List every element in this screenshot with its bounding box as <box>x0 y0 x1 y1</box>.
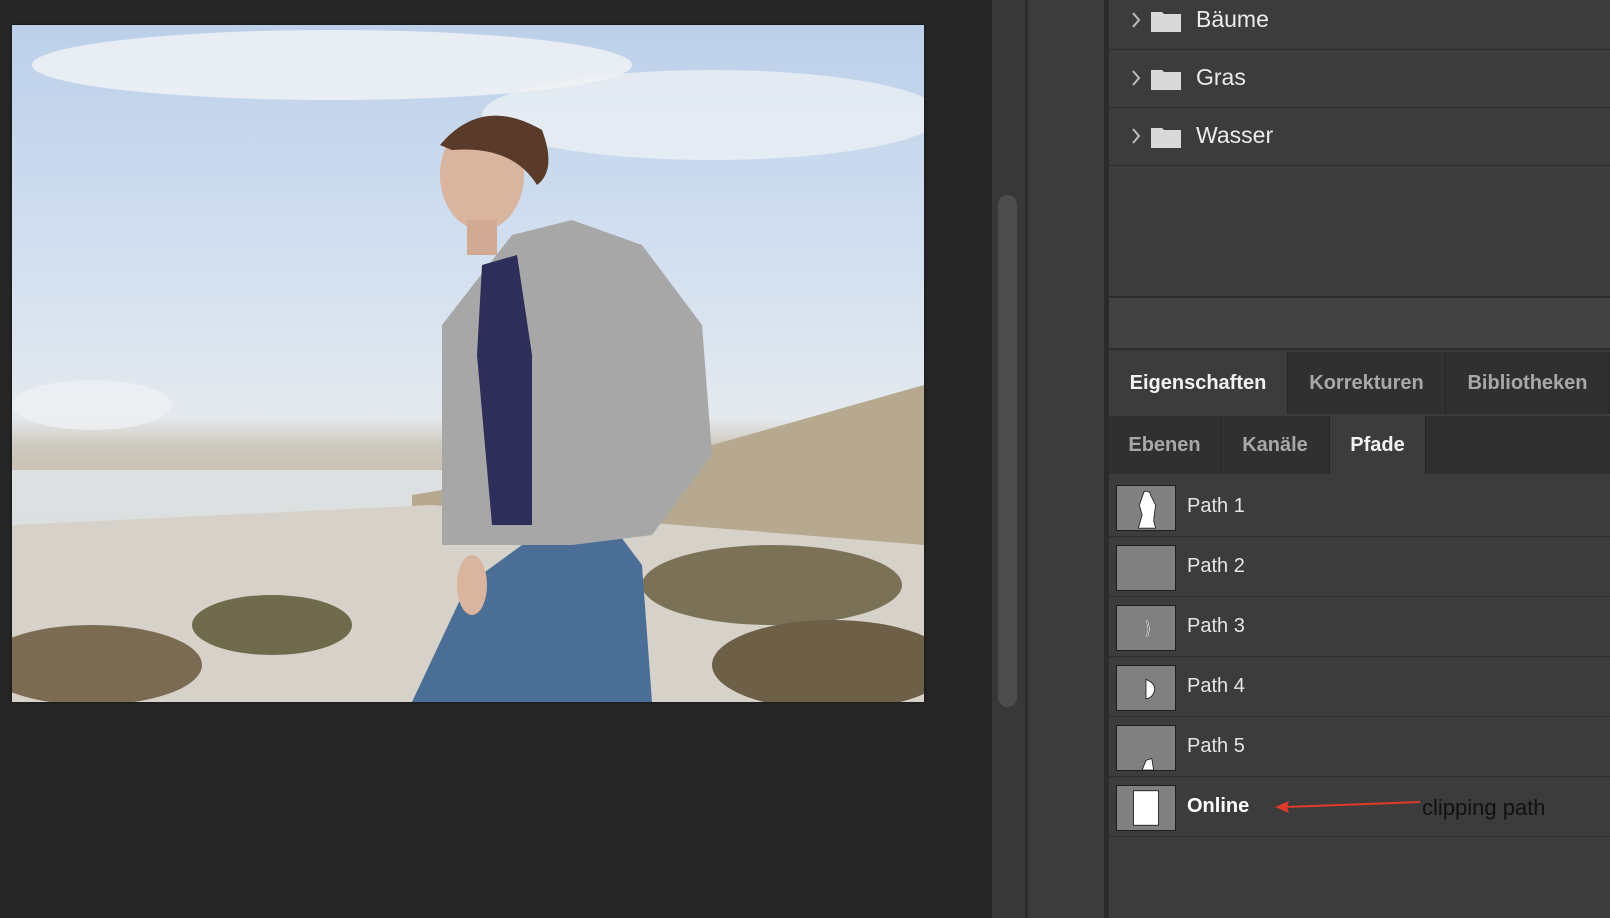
path-label: Online <box>1187 795 1250 817</box>
layers-tab-bar: Ebenen Kanäle Pfade <box>1109 416 1610 474</box>
chevron-right-icon[interactable] <box>1129 10 1143 30</box>
path-row[interactable]: Path 5 <box>1109 717 1610 777</box>
path-row[interactable]: Path 3 <box>1109 597 1610 657</box>
document-photo <box>12 25 924 702</box>
tab-ebenen[interactable]: Ebenen <box>1109 416 1221 474</box>
arrow-left-icon <box>1275 801 1420 813</box>
layer-group-label: Wasser <box>1196 122 1274 148</box>
folder-icon <box>1151 128 1181 148</box>
layer-group-row[interactable]: Wasser <box>1109 108 1610 166</box>
layer-group-label: Bäume <box>1196 6 1269 32</box>
chevron-right-icon[interactable] <box>1129 68 1143 88</box>
tab-pfade[interactable]: Pfade <box>1330 416 1426 474</box>
path-label: Path 2 <box>1187 555 1245 577</box>
path-label: Path 4 <box>1187 675 1245 697</box>
scrollbar-thumb[interactable] <box>998 195 1017 707</box>
document-canvas[interactable] <box>0 0 992 918</box>
path-label: Path 3 <box>1187 615 1245 637</box>
folder-icon <box>1151 70 1181 90</box>
path-row[interactable]: Path 2 <box>1109 537 1610 597</box>
layer-group-row[interactable]: Gras <box>1109 50 1610 108</box>
path-thumbnail <box>1116 545 1176 591</box>
tab-korrekturen[interactable]: Korrekturen <box>1288 352 1446 414</box>
path-thumbnail <box>1116 485 1176 531</box>
layers-footer-bar <box>1109 298 1610 350</box>
properties-tab-bar: Eigenschaften Korrekturen Bibliotheken <box>1109 352 1610 414</box>
layer-group-row[interactable]: Bäume <box>1109 0 1610 50</box>
tab-eigenschaften[interactable]: Eigenschaften <box>1109 352 1288 414</box>
layers-panel: Bäume Gras Wasser Eigenschaften Korrektu… <box>1109 0 1610 918</box>
path-thumbnail <box>1116 785 1176 831</box>
chevron-right-icon[interactable] <box>1129 126 1143 146</box>
path-label: Path 1 <box>1187 495 1245 517</box>
panel-dock-gap <box>1028 0 1104 918</box>
folder-icon <box>1151 12 1181 32</box>
layers-empty-area <box>1109 166 1610 298</box>
path-row[interactable]: Path 4 <box>1109 657 1610 717</box>
path-label: Path 5 <box>1187 735 1245 757</box>
layer-group-label: Gras <box>1196 64 1246 90</box>
path-thumbnail <box>1116 665 1176 711</box>
path-thumbnail <box>1116 725 1176 771</box>
tab-bibliotheken[interactable]: Bibliotheken <box>1446 352 1610 414</box>
canvas-scrollbar[interactable] <box>992 0 1025 918</box>
tab-kanaele[interactable]: Kanäle <box>1221 416 1330 474</box>
path-row[interactable]: Path 1 <box>1109 477 1610 537</box>
annotation-label: clipping path <box>1422 795 1546 820</box>
path-thumbnail <box>1116 605 1176 651</box>
